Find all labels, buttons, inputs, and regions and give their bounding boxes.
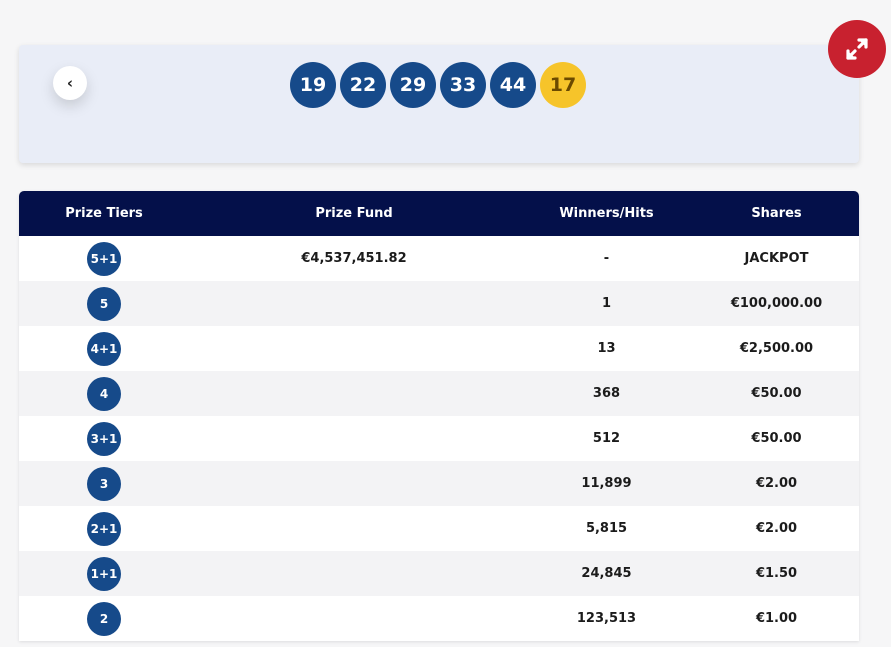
tier-cell: 4	[19, 376, 189, 411]
chevron-left-icon: ‹	[66, 74, 74, 92]
table-row: 3 11,899 €2.00	[19, 461, 859, 506]
back-button[interactable]: ‹	[53, 66, 87, 100]
share-cell: €1.00	[755, 611, 798, 626]
table-row: 5+1 €4,537,451.82 - JACKPOT	[19, 236, 859, 281]
prize-table: Prize Tiers Prize Fund Winners/Hits Shar…	[19, 191, 859, 641]
tier-badge: 4	[87, 376, 121, 411]
winners-cell: 24,845	[581, 566, 632, 581]
tier-cell: 2	[19, 601, 189, 636]
table-row: 1+1 24,845 €1.50	[19, 551, 859, 596]
expand-arrows-icon	[846, 38, 868, 60]
tier-badge: 2	[87, 601, 121, 636]
number-ball: 44	[490, 62, 536, 108]
drawn-numbers: 19 22 29 33 44 17	[290, 62, 586, 108]
winners-cell: 1	[601, 296, 612, 311]
tier-cell: 1+1	[19, 556, 189, 591]
header-winners: Winners/Hits	[559, 206, 654, 221]
header-shares: Shares	[751, 206, 802, 221]
prize-fund-cell: €4,537,451.82	[301, 251, 407, 266]
tier-badge: 3+1	[87, 421, 121, 456]
share-cell: €2,500.00	[739, 341, 814, 356]
tier-badge: 3	[87, 466, 121, 501]
number-ball: 19	[290, 62, 336, 108]
share-cell: €1.50	[755, 566, 798, 581]
tier-cell: 5+1	[19, 241, 189, 276]
share-cell: €2.00	[755, 521, 798, 536]
table-row: 2+1 5,815 €2.00	[19, 506, 859, 551]
tier-cell: 4+1	[19, 331, 189, 366]
table-row: 2 123,513 €1.00	[19, 596, 859, 641]
winners-cell: 11,899	[581, 476, 632, 491]
expand-button[interactable]	[828, 20, 886, 78]
tier-cell: 3	[19, 466, 189, 501]
draw-result-card: ‹ 19 22 29 33 44 17	[19, 45, 859, 163]
table-row: 5 1 €100,000.00	[19, 281, 859, 326]
winners-cell: 5,815	[585, 521, 628, 536]
tier-badge: 5	[87, 286, 121, 321]
share-cell: €100,000.00	[730, 296, 823, 311]
winners-cell: 123,513	[576, 611, 637, 626]
number-ball: 22	[340, 62, 386, 108]
table-row: 4 368 €50.00	[19, 371, 859, 416]
share-cell: JACKPOT	[744, 251, 809, 266]
winners-cell: 368	[592, 386, 621, 401]
tier-cell: 2+1	[19, 511, 189, 546]
share-cell: €50.00	[751, 386, 802, 401]
winners-cell: 13	[597, 341, 616, 356]
number-ball: 33	[440, 62, 486, 108]
tier-badge: 1+1	[87, 556, 121, 591]
table-header: Prize Tiers Prize Fund Winners/Hits Shar…	[19, 191, 859, 236]
bonus-ball: 17	[540, 62, 586, 108]
share-cell: €50.00	[751, 431, 802, 446]
tier-badge: 4+1	[87, 331, 121, 366]
tier-badge: 5+1	[87, 241, 121, 276]
winners-cell: -	[603, 251, 610, 266]
tier-badge: 2+1	[87, 511, 121, 546]
number-ball: 29	[390, 62, 436, 108]
tier-cell: 5	[19, 286, 189, 321]
table-row: 3+1 512 €50.00	[19, 416, 859, 461]
table-row: 4+1 13 €2,500.00	[19, 326, 859, 371]
tier-cell: 3+1	[19, 421, 189, 456]
winners-cell: 512	[592, 431, 621, 446]
header-prize-fund: Prize Fund	[315, 206, 393, 221]
header-prize-tiers: Prize Tiers	[65, 206, 143, 221]
share-cell: €2.00	[755, 476, 798, 491]
